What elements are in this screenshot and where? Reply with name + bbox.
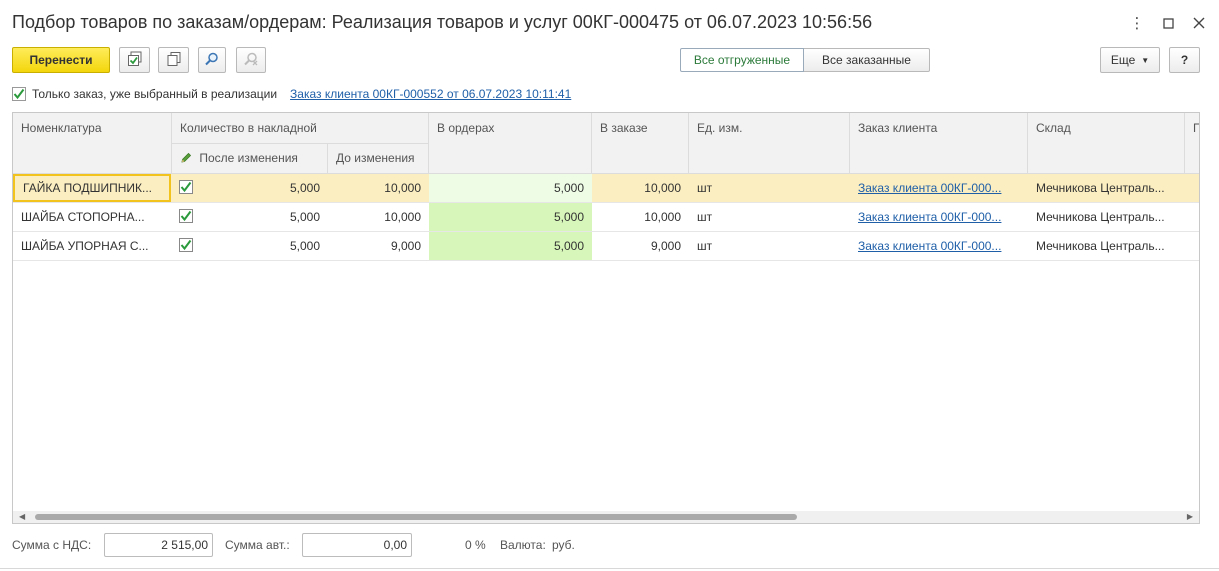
check-all-button[interactable] (119, 47, 150, 73)
cell-warehouse: Мечникова Централь... (1036, 239, 1165, 253)
row-checkbox[interactable] (172, 232, 202, 260)
cell-unit: шт (697, 210, 713, 224)
table-row[interactable]: ШАЙБА УПОРНАЯ С... 5,000 9,000 5,000 9,0… (13, 232, 1199, 261)
pencil-icon (180, 152, 192, 167)
cell-before: 10,000 (384, 210, 421, 224)
more-button[interactable]: Еще ▼ (1100, 47, 1160, 73)
search-cancel-icon (243, 51, 259, 70)
cell-after[interactable]: 5,000 (202, 232, 328, 260)
currency-value: руб. (552, 538, 575, 552)
cell-in-order: 9,000 (650, 239, 681, 253)
bottom-divider (0, 568, 1219, 569)
col-header-name[interactable]: Номенклатура (13, 113, 172, 174)
more-actions-icon[interactable]: ⋮ (1128, 14, 1146, 32)
close-icon[interactable] (1190, 14, 1208, 32)
cell-in-order: 10,000 (644, 210, 681, 224)
more-label: Еще (1110, 53, 1136, 67)
toolbar: Перенести Все отгруженные Все заказанные… (0, 46, 1219, 76)
check-all-icon (127, 51, 143, 70)
cell-after[interactable]: 5,000 (202, 174, 328, 202)
transfer-button[interactable]: Перенести (12, 47, 110, 73)
client-order-link[interactable]: Заказ клиента 00КГ-000552 от 06.07.2023 … (290, 87, 571, 101)
col-header-qty-group: Количество в накладной (172, 113, 429, 144)
copy-icon (166, 51, 182, 70)
help-button[interactable]: ? (1169, 47, 1200, 73)
table-row[interactable]: ГАЙКА ПОДШИПНИК... 5,000 10,000 5,000 10… (13, 174, 1199, 203)
cell-in-orders: 5,000 (429, 174, 592, 202)
cell-name[interactable]: ШАЙБА СТОПОРНА... (13, 203, 172, 231)
all-shipped-button[interactable]: Все отгруженные (680, 48, 804, 72)
sum-auto-label: Сумма авт.: (225, 538, 290, 552)
totals-footer: Сумма с НДС: 2 515,00 Сумма авт.: 0,00 0… (12, 533, 1212, 559)
scroll-right-icon[interactable]: ▶ (1187, 512, 1193, 521)
only-selected-order-label: Только заказ, уже выбранный в реализации (32, 87, 278, 101)
chevron-down-icon: ▼ (1141, 55, 1150, 65)
col-header-client-order[interactable]: Заказ клиента (850, 113, 1028, 174)
sum-auto-field[interactable]: 0,00 (302, 533, 412, 557)
cell-client-order-link[interactable]: Заказ клиента 00КГ-000... (850, 232, 1028, 260)
cell-in-orders: 5,000 (429, 232, 592, 260)
cell-client-order-link[interactable]: Заказ клиента 00КГ-000... (850, 203, 1028, 231)
sum-vat-label: Сумма с НДС: (12, 538, 92, 552)
cell-warehouse: Мечникова Централь... (1036, 181, 1165, 195)
col-header-in-orders[interactable]: В ордерах (429, 113, 592, 174)
scroll-left-icon[interactable]: ◀ (19, 512, 25, 521)
col-header-before[interactable]: До изменения (328, 144, 429, 174)
currency-label: Валюта: (500, 538, 546, 552)
col-header-unit[interactable]: Ед. изм. (689, 113, 850, 174)
auto-percent: 0 % (465, 538, 486, 552)
scroll-thumb[interactable] (35, 514, 797, 520)
window-title: Подбор товаров по заказам/ордерам: Реали… (12, 12, 873, 32)
maximize-icon[interactable] (1159, 14, 1177, 32)
cell-name[interactable]: ГАЙКА ПОДШИПНИК... (13, 174, 171, 202)
cell-unit: шт (697, 181, 713, 195)
cell-warehouse: Мечникова Централь... (1036, 210, 1165, 224)
cell-name[interactable]: ШАЙБА УПОРНАЯ С... (13, 232, 172, 260)
row-checkbox[interactable] (172, 203, 202, 231)
goods-table: Номенклатура Количество в накладной Посл… (12, 112, 1200, 524)
cell-before: 9,000 (390, 239, 421, 253)
all-ordered-button[interactable]: Все заказанные (804, 48, 930, 72)
col-header-next[interactable]: П (1185, 113, 1199, 174)
sum-vat-field[interactable]: 2 515,00 (104, 533, 213, 557)
copy-button[interactable] (158, 47, 189, 73)
table-row[interactable]: ШАЙБА СТОПОРНА... 5,000 10,000 5,000 10,… (13, 203, 1199, 232)
only-selected-order-checkbox[interactable] (12, 87, 26, 101)
cell-client-order-link[interactable]: Заказ клиента 00КГ-000... (850, 174, 1028, 202)
search-icon (204, 51, 220, 70)
cell-after[interactable]: 5,000 (202, 203, 328, 231)
horizontal-scrollbar[interactable]: ◀ ▶ (13, 511, 1199, 523)
cell-before: 10,000 (384, 181, 421, 195)
find-button[interactable] (198, 47, 226, 73)
cell-in-order: 10,000 (644, 181, 681, 195)
row-checkbox[interactable] (172, 174, 202, 202)
col-header-after[interactable]: После изменения (172, 144, 328, 174)
cell-in-orders: 5,000 (429, 203, 592, 231)
col-header-warehouse[interactable]: Склад (1028, 113, 1185, 174)
col-header-in-order[interactable]: В заказе (592, 113, 689, 174)
find-cancel-button[interactable] (236, 47, 266, 73)
filter-row: Только заказ, уже выбранный в реализации… (12, 84, 571, 104)
title-bar: Подбор товаров по заказам/ордерам: Реали… (0, 0, 1219, 46)
after-label: После изменения (199, 151, 298, 165)
cell-unit: шт (697, 239, 713, 253)
